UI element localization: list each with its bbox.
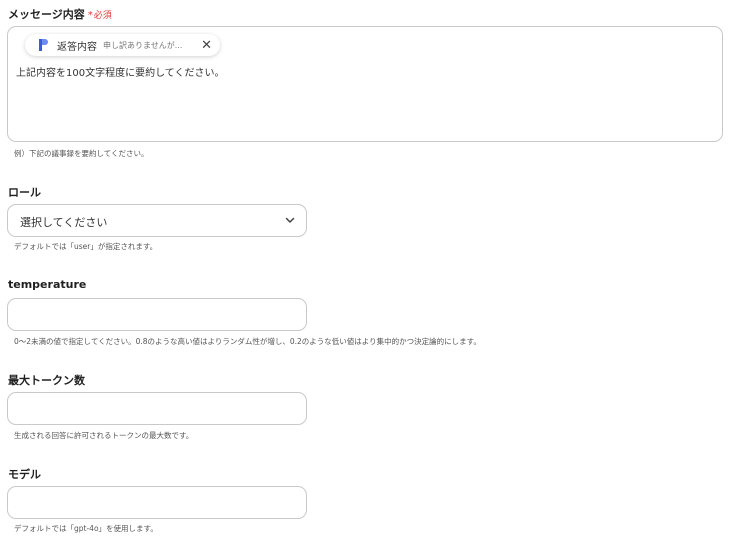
model-label: モデル [8, 468, 41, 481]
max-tokens-input[interactable] [7, 392, 307, 425]
temperature-label: temperature [8, 278, 87, 291]
message-textarea[interactable]: 返答内容 申し訳ありませんが... ✕ 上記内容を100文字程度に要約してくださ… [7, 26, 723, 142]
temperature-help: 0〜2未満の値で指定してください。0.8のような高い値はよりランダム性が増し、0… [14, 337, 481, 346]
max-tokens-help: 生成される回答に許可されるトークンの最大数です。 [14, 431, 194, 440]
role-select-value: 選択してください [20, 216, 108, 229]
model-help: デフォルトでは「gpt-4o」を使用します。 [14, 524, 158, 533]
message-label: メッセージ内容 *必須 [8, 6, 112, 22]
role-select[interactable]: 選択してください [7, 204, 307, 237]
chip-title: 返答内容 [57, 41, 97, 53]
chevron-down-icon [285, 217, 295, 223]
required-mark: * [87, 10, 93, 21]
message-label-text: メッセージ内容 [8, 8, 85, 21]
role-help: デフォルトでは「user」が指定されます。 [14, 242, 158, 251]
variable-chip[interactable]: 返答内容 申し訳ありませんが... ✕ [25, 34, 220, 56]
model-input[interactable] [7, 486, 307, 519]
required-badge: *必須 [87, 10, 112, 21]
role-label: ロール [8, 186, 41, 199]
chip-preview: 申し訳ありませんが... [103, 40, 183, 50]
message-help: 例）下記の議事録を要約してください。 [14, 149, 149, 158]
message-value: 上記内容を100文字程度に要約してください。 [16, 68, 225, 79]
close-icon[interactable]: ✕ [201, 39, 212, 52]
document-icon [39, 39, 48, 51]
required-text: 必須 [93, 11, 112, 21]
max-tokens-label: 最大トークン数 [8, 374, 85, 387]
temperature-input[interactable] [7, 298, 307, 331]
